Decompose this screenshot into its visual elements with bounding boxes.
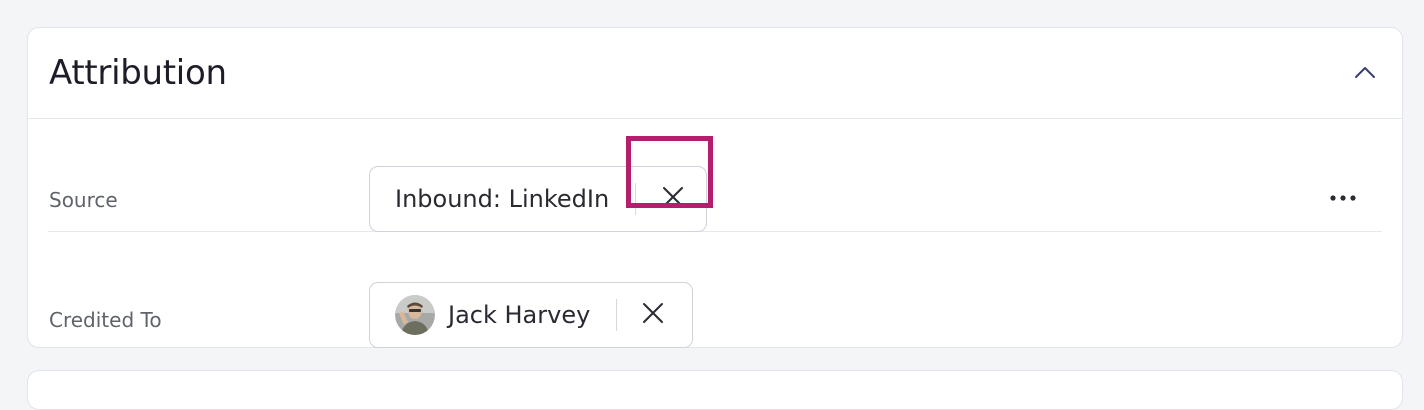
source-row: Source Inbound: LinkedIn	[48, 119, 1382, 232]
source-chip[interactable]: Inbound: LinkedIn	[369, 166, 707, 232]
next-card	[27, 370, 1403, 410]
source-label: Source	[49, 188, 118, 212]
remove-credited-to-button[interactable]	[638, 300, 668, 330]
remove-source-button[interactable]	[658, 184, 688, 214]
credited-to-value: Jack Harvey	[448, 301, 591, 329]
more-options-button[interactable]	[1326, 180, 1360, 210]
more-horizontal-icon	[1330, 186, 1356, 205]
attribution-header[interactable]: Attribution	[28, 28, 1402, 119]
attribution-card: Attribution Source Inbound: LinkedIn Cre…	[27, 27, 1403, 348]
chip-divider	[616, 299, 617, 331]
close-icon	[662, 186, 684, 212]
source-value: Inbound: LinkedIn	[395, 185, 610, 213]
collapse-button[interactable]	[1350, 58, 1380, 88]
credited-to-label: Credited To	[49, 308, 162, 332]
user-avatar	[395, 295, 435, 335]
chip-divider	[635, 183, 636, 215]
credited-to-chip[interactable]: Jack Harvey	[369, 282, 693, 348]
close-icon	[642, 302, 664, 328]
section-title: Attribution	[49, 53, 227, 93]
chevron-up-icon	[1354, 64, 1376, 83]
credited-to-row: Credited To Jack Harvey	[48, 233, 1382, 348]
